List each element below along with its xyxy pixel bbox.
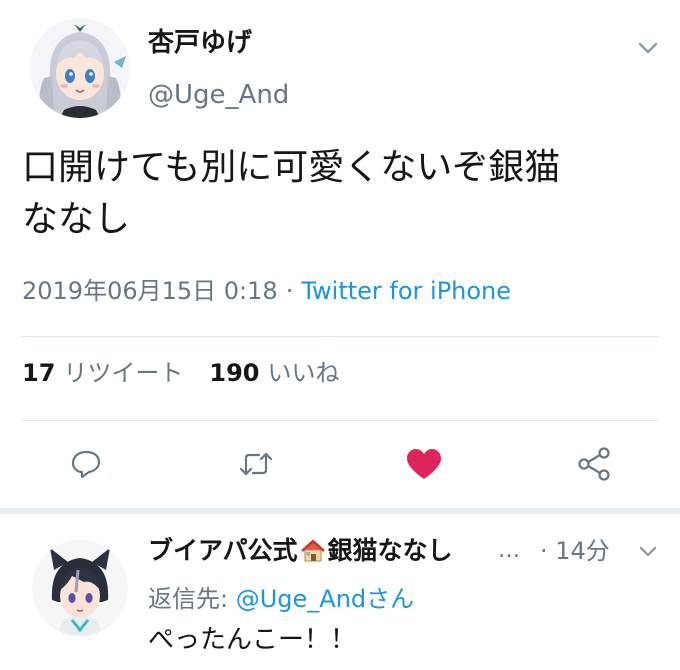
tweet-meta: 2019年06月15日 0:18 · Twitter for iPhone	[22, 274, 511, 308]
reply-avatar[interactable]	[32, 540, 128, 636]
tweet-stats: 17 リツイート 190 いいね	[22, 356, 366, 390]
name-truncation: …	[498, 538, 520, 563]
likes-count: 190	[209, 359, 260, 387]
replying-suffix: さん	[366, 585, 415, 613]
tweet-text: 口開けても別に可愛くないぞ銀猫 ななし	[22, 147, 561, 240]
like-button[interactable]	[404, 444, 444, 484]
share-button[interactable]	[574, 444, 614, 484]
retweet-icon	[239, 452, 273, 476]
likes-label: いいね	[267, 359, 340, 387]
replying-prefix: 返信先:	[148, 585, 236, 613]
meta-separator: ·	[285, 277, 294, 305]
reply-text: ぺったんこー！！	[148, 625, 357, 655]
source-link[interactable]: Twitter for iPhone	[301, 277, 511, 305]
reply-icon	[71, 450, 101, 479]
retweets-label: リツイート	[63, 359, 184, 387]
divider	[22, 420, 658, 421]
reply-time[interactable]: · 14分	[540, 534, 610, 568]
mention-link[interactable]: @Uge_And	[236, 585, 366, 613]
reply-button[interactable]	[66, 444, 106, 484]
display-name[interactable]: 杏戸ゆげ	[148, 26, 252, 60]
replying-to: 返信先: @Uge_Andさん	[148, 582, 414, 616]
avatar[interactable]	[30, 18, 130, 118]
share-icon	[578, 447, 610, 481]
reply-name-prefix: ブイアパ公式	[148, 536, 298, 565]
retweet-button[interactable]	[236, 444, 276, 484]
house-emoji-icon	[300, 538, 326, 572]
chevron-down-icon[interactable]	[632, 34, 664, 62]
divider	[22, 336, 658, 337]
reply-display-name[interactable]: ブイアパ公式 銀猫ななし	[148, 534, 453, 572]
reply-name-suffix: 銀猫ななし	[327, 536, 453, 565]
main-tweet: 杏戸ゆげ @Uge_And 口開けても別に可愛くないぞ銀猫 ななし 2019年0…	[0, 0, 680, 512]
likes-stat[interactable]: 190 いいね	[209, 359, 365, 387]
chevron-down-icon[interactable]	[634, 540, 662, 564]
retweets-count: 17	[22, 359, 56, 387]
user-handle[interactable]: @Uge_And	[148, 78, 289, 112]
retweets-stat[interactable]: 17 リツイート	[22, 359, 209, 387]
timestamp[interactable]: 2019年06月15日 0:18	[22, 277, 278, 305]
heart-icon	[407, 449, 441, 479]
reply-tweet[interactable]: ブイアパ公式 銀猫ななし … · 14分 返信先: @Uge_Andさん ぺったん…	[0, 514, 680, 670]
